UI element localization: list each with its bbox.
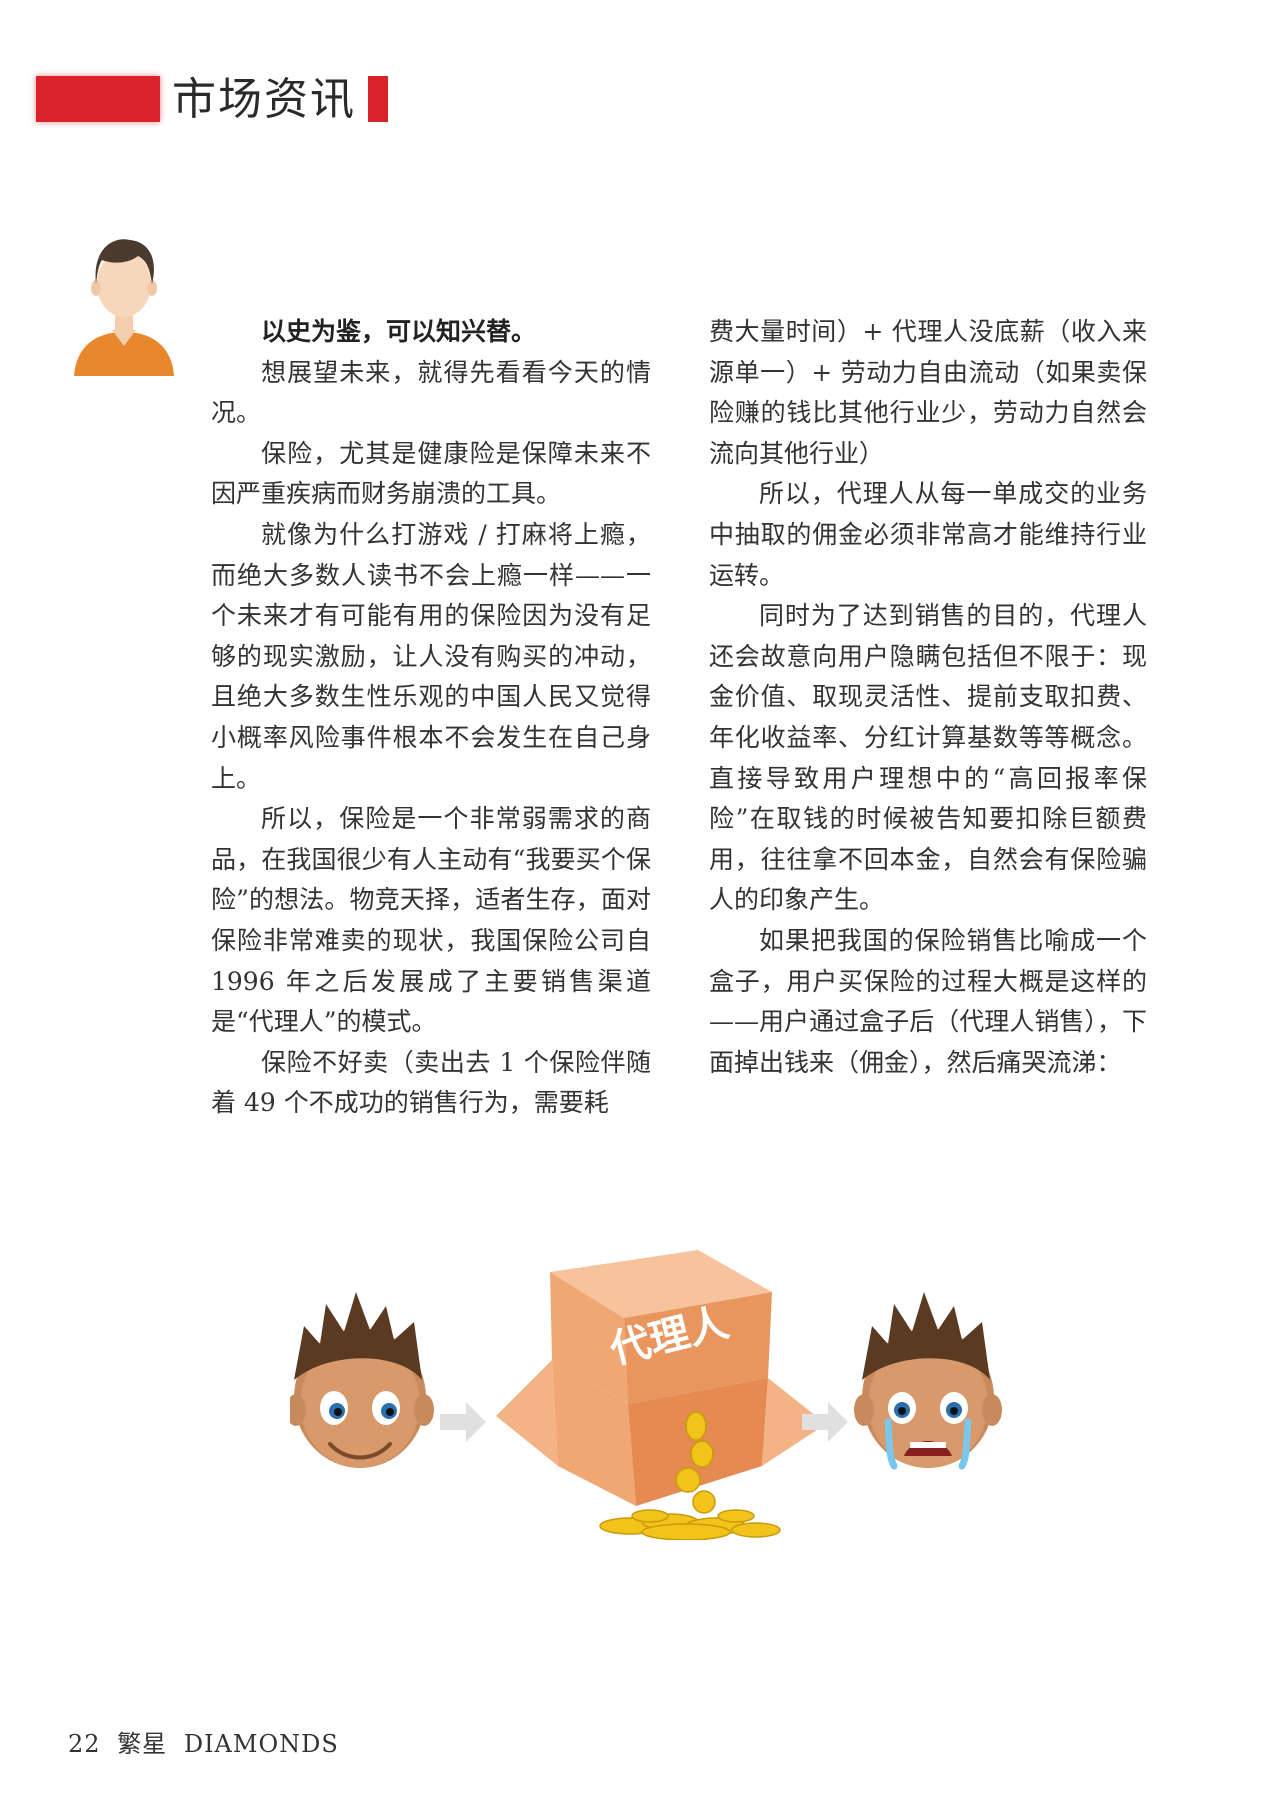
article-lead: 以史为鉴，可以知兴替。: [261, 317, 537, 346]
paragraph-continued: 费大量时间）+ 代理人没底薪（收入来源单一）+ 劳动力自由流动（如果卖保险赚的钱…: [709, 317, 1147, 468]
agent-box-illustration: 代理人: [290, 1250, 1002, 1540]
paragraph: 如果把我国的保险销售比喻成一个盒子，用户买保险的过程大概是这样的——用户通过盒子…: [709, 925, 1147, 1077]
arrow-right-icon: [440, 1402, 486, 1442]
user-avatar-icon: [74, 239, 174, 376]
page-number: 22: [68, 1730, 101, 1758]
paragraph: 保险不好卖（卖出去 1 个保险伴随着 49 个不成功的销售行为，需要耗: [211, 1047, 651, 1118]
page-footer: 22 繁星 DIAMONDS: [68, 1724, 339, 1759]
happy-user-icon: [290, 1292, 434, 1468]
paragraph: 同时为了达到销售的目的，代理人还会故意向用户隐瞒包括但不限于：现金价值、取现灵活…: [709, 601, 1147, 915]
arrow-right-icon: [802, 1402, 848, 1442]
agent-box-icon: 代理人: [496, 1250, 826, 1506]
article-left-column: 以史为鉴，可以知兴替。 想展望未来，就得先看看今天的情况。 保险，尤其是健康险是…: [211, 312, 651, 1124]
paragraph: 就像为什么打游戏 / 打麻将上瘾，而绝大多数人读书不会上瘾一样——一个未来才有可…: [211, 519, 651, 793]
paragraph: 想展望未来，就得先看看今天的情况。: [211, 357, 651, 428]
section-header-mark: [368, 76, 388, 122]
crying-user-icon: [854, 1292, 1002, 1470]
article-right-column: 费大量时间）+ 代理人没底薪（收入来源单一）+ 劳动力自由流动（如果卖保险赚的钱…: [709, 312, 1147, 1083]
section-title: 市场资讯: [172, 74, 356, 125]
paragraph: 所以，代理人从每一单成交的业务中抽取的佣金必须非常高才能维持行业运转。: [709, 479, 1147, 590]
brand-name-cn: 繁星: [117, 1730, 168, 1758]
section-header-bar: [36, 76, 160, 122]
paragraph: 保险，尤其是健康险是保障未来不因严重疾病而财务崩溃的工具。: [211, 438, 651, 509]
brand-name-en: DIAMONDS: [183, 1730, 339, 1758]
paragraph: 所以，保险是一个非常弱需求的商品，在我国很少有人主动有“我要买个保险”的想法。物…: [211, 804, 651, 1037]
